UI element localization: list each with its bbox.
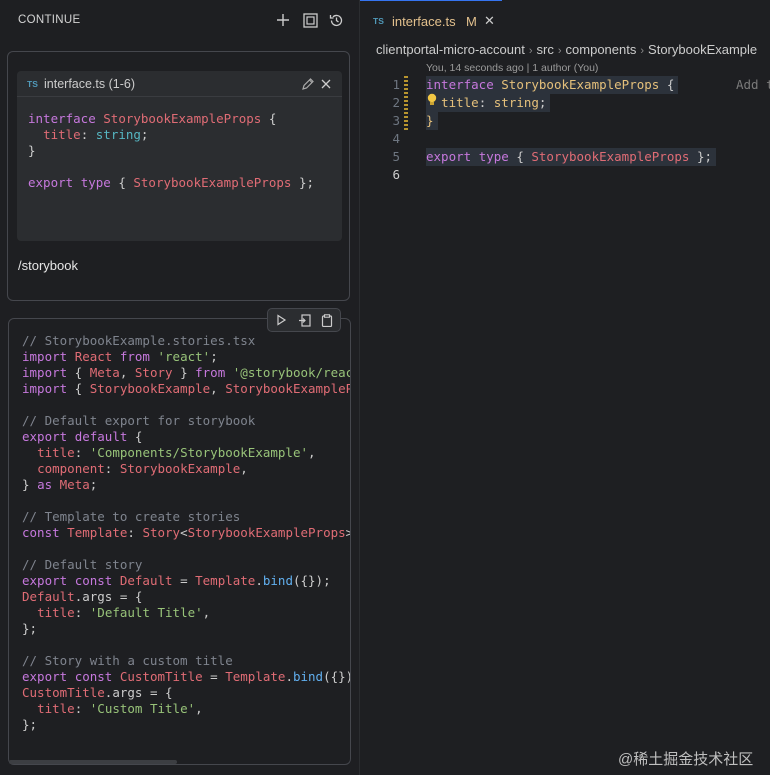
git-blame-annotation[interactable]: You, 14 seconds ago | 1 author (You) [426,62,598,74]
tab-close-icon[interactable]: ✕ [484,13,495,29]
code-line: export type { StorybookExampleProps }; [28,175,314,190]
git-change-indicator [404,76,408,130]
code-line: // Default story [22,557,143,572]
code-line: title: 'Components/StorybookExample', [37,445,316,460]
history-icon[interactable] [327,11,345,29]
pencil-icon[interactable] [301,77,315,91]
lightbulb-icon[interactable] [426,93,438,107]
code-line: } [28,143,36,158]
context-snippet-title: interface.ts (1-6) [44,77,136,91]
inline-hint: Add t [736,77,770,92]
breadcrumb: clientportal-micro-account › src › component… [376,42,757,57]
code-line: }; [22,717,38,732]
code-line: component: StorybookExample, [37,461,248,476]
response-code: // StorybookExample.stories.tsx import Re… [22,333,350,733]
code-line: // Default export for storybook [22,413,256,428]
code-line: import { Meta, Story } from '@storybook/… [22,365,350,380]
code-block-toolbar [267,308,341,332]
line-number: 3 [392,113,400,128]
typescript-icon: TS [27,79,38,89]
editor-code[interactable]: interface StorybookExampleProps { title:… [426,76,716,184]
response-code-card: // StorybookExample.stories.tsx import Re… [8,318,351,765]
code-line: export const CustomTitle = Template.bind… [22,669,350,684]
line-number: 5 [392,149,400,164]
context-snippet: TS interface.ts (1-6) interface Storyboo… [17,71,342,241]
insert-icon[interactable] [295,312,313,328]
code-line: const Template: Story<StorybookExamplePr… [22,525,350,540]
chevron-right-icon: › [640,45,645,57]
code-line: // StorybookExample.stories.tsx [22,333,256,348]
code-line: export type { StorybookExampleProps }; [426,148,716,166]
tab-interface-ts[interactable]: TS interface.ts M ✕ [360,0,502,40]
code-line: Default.args = { [22,589,143,604]
modified-badge: M [466,14,477,29]
code-line: // Story with a custom title [22,653,233,668]
code-line: }; [22,621,38,636]
tab-label: interface.ts [392,14,456,29]
panel-title: CONTINUE [18,14,81,26]
code-line: CustomTitle.args = { [22,685,173,700]
slash-command-input[interactable]: /storybook [18,258,78,273]
line-number: 2 [392,95,400,110]
breadcrumb-item[interactable]: src [537,42,554,57]
continue-panel: CONTINUE TS interface.ts (1-6) interface… [0,0,358,775]
horizontal-scrollbar[interactable] [9,760,177,764]
code-line: } as Meta; [22,477,98,492]
fullscreen-icon[interactable] [301,11,319,29]
line-number: 6 [392,167,400,182]
line-number: 4 [392,131,400,146]
breadcrumb-item[interactable]: components [566,42,637,57]
plus-icon[interactable] [274,11,292,29]
panel-header: CONTINUE [0,0,358,42]
code-line: title: 'Custom Title', [37,701,203,716]
play-icon[interactable] [272,312,290,328]
code-line: title: string; [426,94,716,112]
code-line: } [426,112,716,130]
chevron-right-icon: › [528,45,533,57]
code-line: title: string; [43,127,149,142]
code-editor: TS interface.ts M ✕ clientportal-micro-a… [359,0,770,775]
code-line: title: 'Default Title', [37,605,211,620]
context-snippet-header: TS interface.ts (1-6) [17,71,342,97]
typescript-icon: TS [373,16,384,26]
clipboard-icon[interactable] [318,312,336,328]
close-icon[interactable] [319,77,333,91]
code-line: interface StorybookExampleProps { [28,111,277,126]
code-line: import React from 'react'; [22,349,218,364]
line-number: 1 [392,77,400,92]
code-line: export default { [22,429,143,444]
code-line: interface StorybookExampleProps { [426,76,716,94]
code-line: // Template to create stories [22,509,241,524]
line-number-gutter: 1 2 3 4 5 6 [360,76,400,184]
chat-input-card[interactable]: TS interface.ts (1-6) interface Storyboo… [7,51,350,301]
chevron-right-icon: › [557,45,562,57]
watermark: @稀土掘金技术社区 [618,751,754,768]
context-code: interface StorybookExampleProps { title:… [28,111,314,191]
editor-tab-bar: TS interface.ts M ✕ [360,0,770,40]
breadcrumb-item[interactable]: clientportal-micro-account [376,42,525,57]
code-line: import { StorybookExample, StorybookExam… [22,381,350,396]
breadcrumb-item[interactable]: StorybookExample [648,42,757,57]
code-line: export const Default = Template.bind({})… [22,573,331,588]
